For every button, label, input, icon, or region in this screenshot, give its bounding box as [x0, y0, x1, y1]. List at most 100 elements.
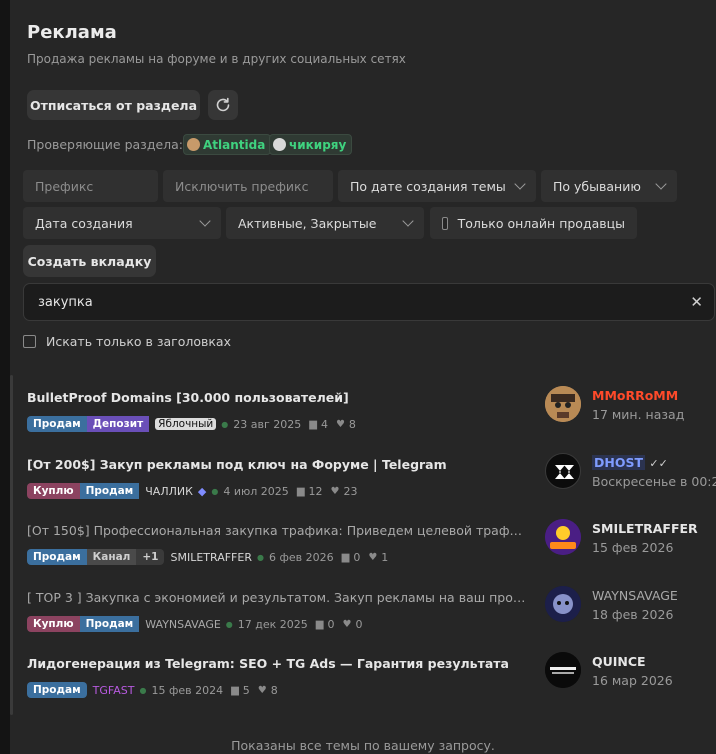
thread-date: 4 июл 2025: [223, 484, 289, 498]
reply-count: 4: [320, 417, 328, 431]
thread-author[interactable]: ЧАЛЛИК: [145, 485, 193, 498]
exclude-prefix-placeholder: Исключить префикс: [175, 178, 309, 194]
chevron-down-icon: [402, 215, 414, 227]
thread-author[interactable]: Яблочный: [155, 418, 217, 430]
clear-icon[interactable]: ✕: [690, 295, 703, 310]
order-select[interactable]: По убыванию: [541, 170, 677, 202]
like-count: 0: [355, 617, 363, 631]
prefix-tag[interactable]: Продам: [79, 483, 140, 499]
reply-count: 0: [353, 550, 361, 564]
online-dot: ●: [225, 619, 233, 629]
last-post-time[interactable]: 15 фев 2026: [592, 540, 673, 555]
thread-row[interactable]: [ TOP 3 ] Закупка с экономией и результа…: [27, 586, 707, 650]
thread-row[interactable]: Лидогенерация из Telegram: SEO + TG Ads …: [27, 652, 707, 716]
thread-author[interactable]: TGFAST: [93, 684, 135, 697]
online-sellers-checkbox[interactable]: [442, 216, 448, 230]
reply-count: 0: [327, 617, 335, 631]
like-count: 23: [343, 484, 358, 498]
last-poster-name[interactable]: DHOST ✓✓: [592, 455, 668, 470]
last-poster-name[interactable]: QUINCE: [592, 654, 646, 669]
moderator-chip[interactable]: Atlantida: [183, 134, 272, 155]
reply-icon: ▆: [341, 551, 350, 563]
thread-row[interactable]: [От 150$] Профессиональная закупка трафи…: [27, 519, 707, 583]
avatar[interactable]: [545, 652, 581, 688]
thread-date: 17 дек 2025: [237, 617, 308, 631]
reply-count: 12: [308, 484, 323, 498]
refresh-button[interactable]: [208, 90, 238, 120]
reply-icon: ▆: [231, 684, 239, 696]
created-date-value: Дата создания: [35, 215, 133, 231]
like-icon: ♥: [330, 485, 340, 497]
prefix-tag[interactable]: Продам: [27, 549, 87, 565]
like-icon: ♥: [257, 684, 267, 696]
list-scrollbar[interactable]: [10, 375, 13, 715]
thread-row[interactable]: BulletProof Domains [30.000 пользователе…: [27, 386, 707, 450]
search-input[interactable]: закупка ✕: [23, 283, 715, 321]
created-date-select[interactable]: Дата создания: [23, 207, 221, 239]
last-poster-name[interactable]: WAYNSAVAGE: [592, 588, 678, 603]
exclude-prefix-input[interactable]: Исключить префикс: [163, 170, 333, 202]
like-icon: ♥: [335, 418, 345, 430]
prefix-more-tag[interactable]: +1: [136, 549, 165, 565]
prefix-tag[interactable]: Канал: [86, 549, 137, 565]
thread-date: 15 фев 2024: [151, 683, 224, 697]
reply-icon: ▆: [315, 618, 324, 630]
avatar[interactable]: [545, 519, 581, 555]
last-post-time[interactable]: 18 фев 2026: [592, 607, 673, 622]
only-titles-checkbox[interactable]: [23, 335, 36, 348]
thread-author[interactable]: SMILETRAFFER: [170, 551, 252, 564]
prefix-placeholder: Префикс: [35, 178, 94, 194]
thread-meta: Продам TGFAST ● 15 фев 2024 ▆ 5 ♥ 8: [27, 681, 278, 699]
prefix-tag[interactable]: Продам: [79, 616, 140, 632]
last-poster-name[interactable]: SMILETRAFFER: [592, 521, 698, 536]
online-dot: ●: [256, 552, 264, 562]
online-dot: ●: [139, 685, 147, 695]
thread-meta: Куплю Продам ЧАЛЛИК ◆ ● 4 июл 2025 ▆ 12 ♥ 2…: [27, 482, 357, 500]
avatar: [273, 138, 286, 151]
chevron-down-icon: [514, 178, 526, 190]
chevron-down-icon: [655, 178, 667, 190]
sort-value: По дате создания темы: [350, 178, 506, 194]
moderator-chip[interactable]: чикиряу: [269, 134, 353, 155]
thread-title[interactable]: [От 150$] Профессиональная закупка трафи…: [27, 523, 527, 538]
prefix-input[interactable]: Префикс: [23, 170, 158, 202]
last-post-time[interactable]: 16 мар 2026: [592, 673, 673, 688]
last-post-time[interactable]: 17 мин. назад: [592, 407, 684, 422]
moderator-name: чикиряу: [289, 137, 347, 152]
only-titles-label: Искать только в заголовках: [46, 334, 231, 349]
search-value: закупка: [38, 294, 93, 310]
state-value: Активные, Закрытые: [238, 215, 377, 231]
like-count: 1: [381, 550, 389, 564]
online-sellers-toggle[interactable]: Только онлайн продавцы: [430, 207, 637, 239]
like-count: 8: [270, 683, 278, 697]
avatar[interactable]: [545, 586, 581, 622]
avatar[interactable]: [545, 386, 581, 422]
create-tab-button[interactable]: Создать вкладку: [23, 245, 156, 277]
reply-icon: ▆: [309, 418, 317, 430]
page-subtitle: Продажа рекламы на форуме и в других соц…: [27, 52, 406, 66]
prefix-tag[interactable]: Продам: [27, 682, 87, 698]
prefix-tag[interactable]: Куплю: [27, 483, 80, 499]
thread-title[interactable]: Лидогенерация из Telegram: SEO + TG Ads …: [27, 656, 527, 671]
thread-author[interactable]: WAYNSAVAGE: [145, 618, 221, 631]
reply-count: 5: [242, 683, 250, 697]
prefix-tag[interactable]: Продам: [27, 416, 87, 432]
state-select[interactable]: Активные, Закрытые: [226, 207, 424, 239]
avatar: [187, 138, 200, 151]
sort-select[interactable]: По дате создания темы: [338, 170, 536, 202]
prefix-tag[interactable]: Депозит: [86, 416, 150, 432]
online-sellers-label: Только онлайн продавцы: [457, 215, 625, 231]
thread-title[interactable]: BulletProof Domains [30.000 пользователе…: [27, 390, 527, 405]
last-poster-name[interactable]: MMoRRoMM: [592, 388, 678, 403]
like-icon: ♥: [368, 551, 378, 563]
thread-meta: Куплю Продам WAYNSAVAGE ● 17 дек 2025 ▆ 0 …: [27, 615, 362, 633]
thread-title[interactable]: [ TOP 3 ] Закупка с экономией и результа…: [27, 590, 527, 605]
thread-row[interactable]: [От 200$] Закуп рекламы под ключ на Фору…: [27, 453, 716, 517]
unsubscribe-button[interactable]: Отписаться от раздела: [27, 90, 200, 120]
prefix-tag[interactable]: Куплю: [27, 616, 80, 632]
avatar[interactable]: [545, 453, 581, 489]
thread-meta: Продам Депозит Яблочный ● 23 авг 2025 ▆ 4 …: [27, 415, 356, 433]
thread-title[interactable]: [От 200$] Закуп рекламы под ключ на Фору…: [27, 457, 527, 472]
last-post-time[interactable]: Воскресенье в 00:29: [592, 474, 716, 489]
only-titles-option[interactable]: Искать только в заголовках: [23, 334, 231, 349]
